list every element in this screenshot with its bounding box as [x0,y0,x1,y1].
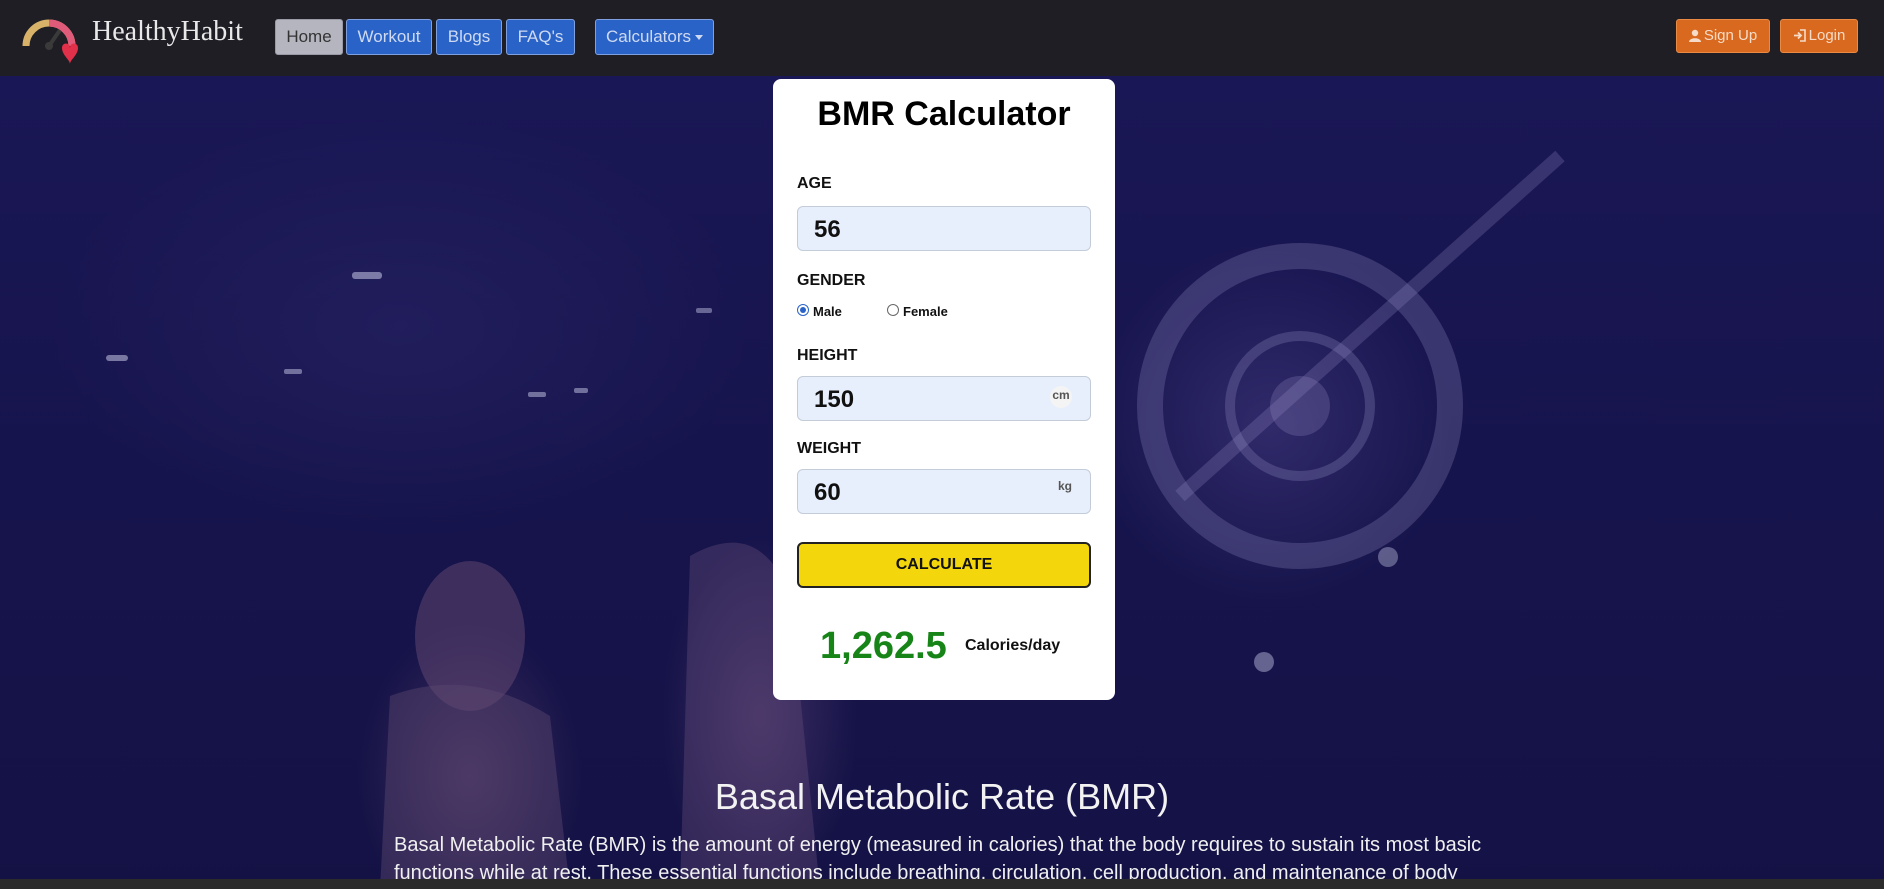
nav-calculators-dropdown[interactable]: Calculators [595,19,714,55]
gender-female-radio[interactable] [887,304,899,316]
brand-name[interactable]: HealthyHabit [92,16,243,48]
nav-faqs-button[interactable]: FAQ's [506,19,575,55]
bmr-result-unit: Calories/day [965,637,1061,654]
gender-female-label[interactable]: Female [903,304,948,319]
age-value: 56 [814,216,841,243]
height-value: 150 [814,386,855,413]
article-title: Basal Metabolic Rate (BMR) [714,776,1170,817]
bmr-calculator-card: BMR Calculator AGE 56 GENDER Male Female… [773,79,1115,700]
gender-label: GENDER [797,272,866,289]
height-input[interactable]: 150 cm [797,376,1091,421]
nav-calculators-label: Calculators [605,27,692,46]
top-navbar: HealthyHabit Home Workout Blogs FAQ's Ca… [0,0,1884,76]
signup-label: Sign Up [1703,27,1758,44]
nav-blogs-button[interactable]: Blogs [436,19,502,55]
caret-down-icon [695,35,704,41]
calculate-button[interactable]: CALCULATE [797,542,1091,588]
weight-input[interactable]: 60 kg [797,469,1091,514]
gender-male-radio[interactable] [797,304,809,316]
sign-in-icon [1793,29,1806,42]
signup-button[interactable]: Sign Up [1676,19,1770,53]
calculator-title: BMR Calculator [817,95,1071,133]
weight-value: 60 [814,479,841,506]
age-label: AGE [797,175,832,192]
login-label: Login [1808,27,1846,44]
speedometer-heart-icon[interactable] [18,8,80,70]
nav-home-button[interactable]: Home [275,19,343,55]
bottom-scroll-edge [0,879,1884,889]
height-unit: cm [1050,386,1072,408]
login-button[interactable]: Login [1780,19,1858,53]
weight-unit: kg [1057,479,1072,493]
nav-workout-button[interactable]: Workout [346,19,432,55]
gender-male-label[interactable]: Male [813,304,842,319]
age-input[interactable]: 56 [797,206,1091,251]
user-icon [1688,29,1701,42]
bmr-result-value: 1,262.5 [820,625,947,667]
weight-label: WEIGHT [797,440,861,457]
height-label: HEIGHT [797,347,858,364]
